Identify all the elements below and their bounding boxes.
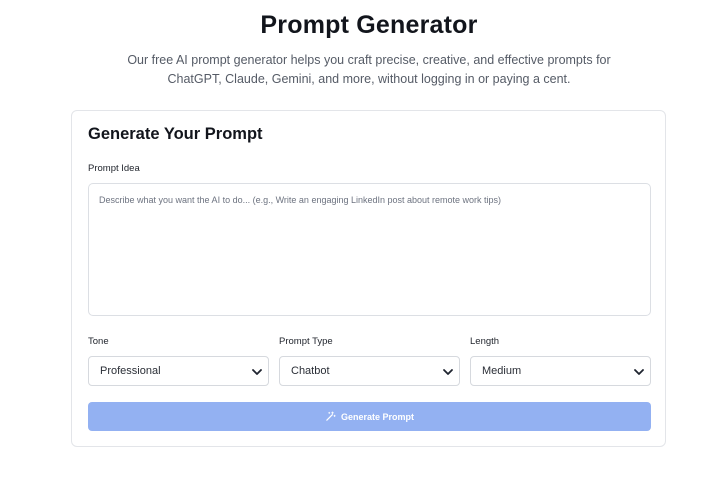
page-title: Prompt Generator (260, 11, 478, 39)
page: Prompt Generator Our free AI prompt gene… (0, 0, 715, 485)
chevron-down-icon (634, 369, 644, 375)
prompt-type-select[interactable]: Chatbot (279, 356, 460, 386)
chevron-down-icon (443, 369, 453, 375)
prompt-form-card: Generate Your Prompt Prompt Idea Tone Pr… (71, 110, 666, 447)
generate-prompt-button[interactable]: Generate Prompt (88, 402, 651, 431)
tone-select[interactable]: Professional (88, 356, 269, 386)
page-subtitle: Our free AI prompt generator helps you c… (127, 53, 611, 86)
tone-label: Tone (88, 336, 109, 347)
generate-button-label: Generate Prompt (340, 411, 415, 422)
tone-select-value: Professional (100, 365, 161, 377)
prompt-type-label: Prompt Type (279, 336, 333, 347)
length-label: Length (470, 336, 500, 347)
prompt-idea-textarea[interactable] (88, 183, 651, 316)
form-title: Generate Your Prompt (88, 125, 263, 143)
length-select-value: Medium (482, 365, 522, 377)
prompt-idea-label: Prompt Idea (88, 163, 140, 174)
prompt-type-select-value: Chatbot (291, 365, 330, 377)
chevron-down-icon (252, 369, 262, 375)
magic-wand-icon (326, 411, 336, 421)
length-select[interactable]: Medium (470, 356, 651, 386)
